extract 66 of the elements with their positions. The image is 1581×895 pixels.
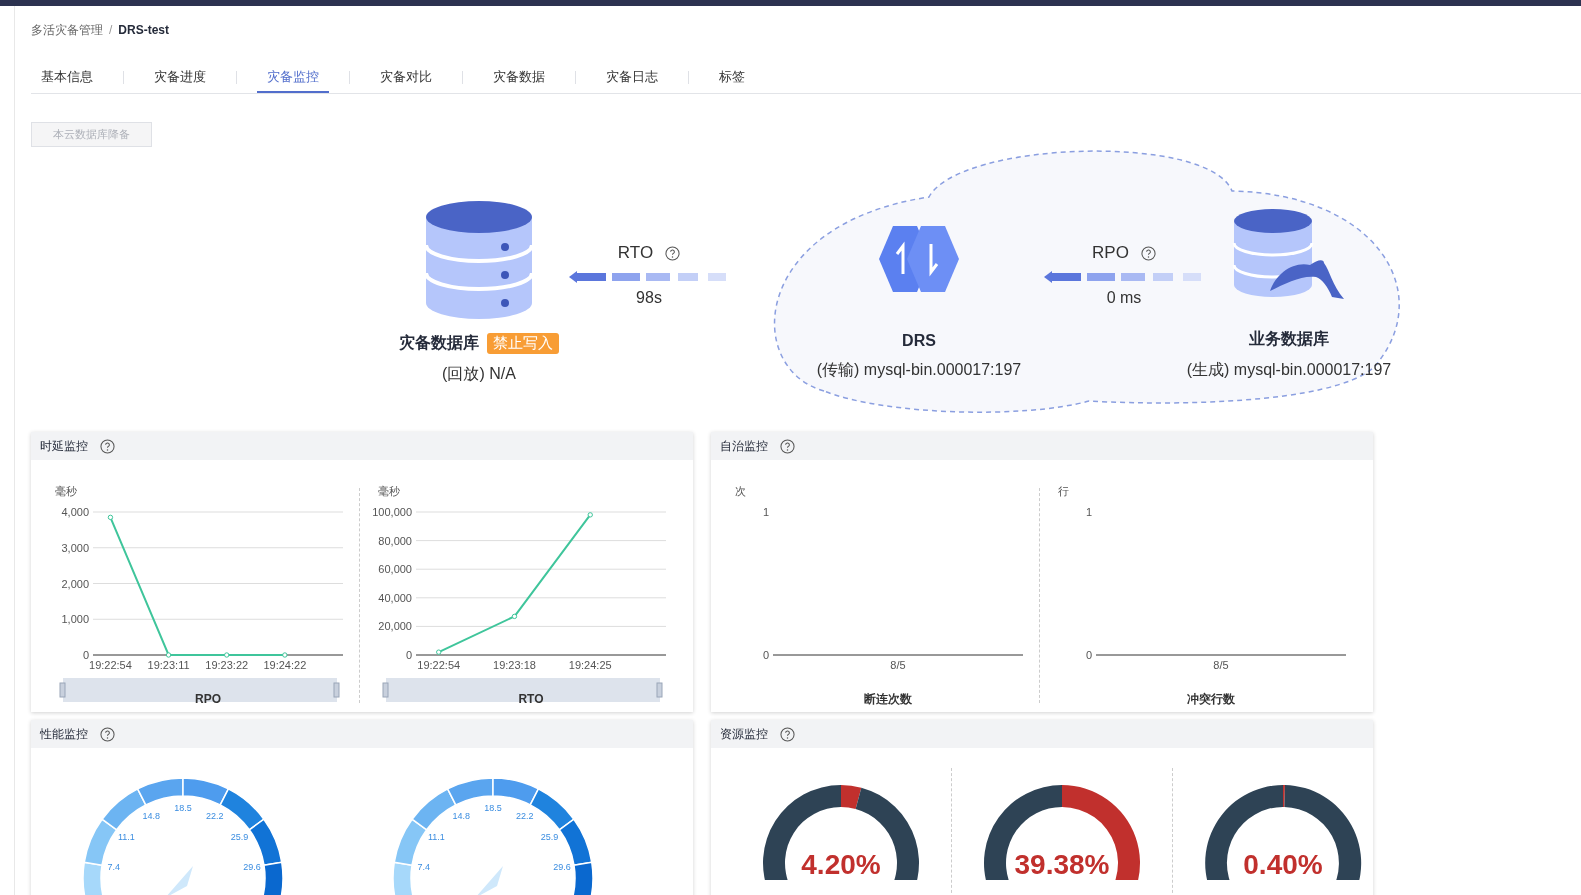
tick-label: 3,000 [61,541,89,554]
gauge-tick-label: 29.6 [243,862,261,873]
axis-label: 次 [735,485,746,497]
node-name: 业务数据库 [1249,329,1329,349]
axis-label: 毫秒 [55,485,77,497]
tick-label: 80,000 [378,534,412,547]
node-name: 灾备数据库 [399,333,479,353]
tick-label: 4,000 [61,506,89,518]
tick-label: 19:23:22 [205,659,249,671]
usage-value: 0.40% [1243,849,1323,880]
panel-title: 自治监控 [720,437,768,455]
axis-label: 行 [1058,485,1069,497]
axis-label: 毫秒 [378,485,400,497]
panel-title: 资源监控 [720,725,768,743]
gauge-tick-label: 29.6 [553,862,571,873]
tick-label: 0 [1085,649,1092,661]
gauge-tick-label: 14.8 [142,810,160,821]
gauge-tick-label: 25.9 [540,831,559,842]
panel-title: 时延监控 [40,437,88,455]
gauge-tick-label: 14.8 [452,810,470,821]
link-value: 0 ms [1106,289,1142,307]
tick-label: 8/5 [1213,659,1229,671]
tick-label: 0 [82,649,89,661]
tick-label: 19:23:18 [493,659,536,671]
tick-label: 0 [405,649,412,661]
tick-label: 100,000 [372,506,412,518]
tick-label: 20,000 [378,620,412,633]
breadcrumb-separator: / [109,23,113,37]
tick-label: 0 [762,649,769,661]
node-name: DRS [902,332,936,350]
panel-title: 性能监控 [40,725,88,743]
usage-value: 4.20% [801,849,881,880]
breadcrumb-item: DRS-test [118,23,169,37]
tick-label: 1 [1085,506,1092,518]
link-value: 98s [636,289,662,307]
tick-label: 1,000 [61,613,89,626]
gauge-tick-label: 25.9 [230,831,249,842]
chart-title: 冲突行数 [1187,692,1235,706]
tick-label: 60,000 [378,563,412,576]
usage-value: 39.38% [1014,849,1110,880]
chart-title: RTO [518,692,544,706]
link-label: RTO [617,243,654,263]
tick-label: 19:24:22 [263,659,307,671]
gauge-tick-label: 7.4 [417,862,431,873]
gauge-tick-label: 7.4 [107,862,121,873]
gauge-tick-label: 11.1 [117,831,135,842]
gauge-tick-label: 22.2 [206,810,224,821]
tick-label: 19:22:54 [417,659,461,671]
tick-label: 19:23:11 [147,659,190,671]
gauge-tick-label: 22.2 [516,810,534,821]
gauge-tick-label: 18.5 [174,803,192,813]
tick-label: 19:22:54 [89,659,132,671]
tick-label: 8/5 [890,659,906,671]
tick-label: 40,000 [378,591,412,604]
gauge-tick-label: 18.5 [484,803,502,813]
node-status: (生成) mysql-bin.000017:197 [1186,360,1392,380]
gauge-tick-label: 11.1 [427,831,445,842]
tick-label: 2,000 [61,577,89,590]
tick-label: 19:24:25 [568,659,612,671]
node-status: (回放) N/A [442,364,516,384]
link-label: RPO [1092,243,1129,263]
tick-label: 1 [762,506,769,518]
chart-title: 断连次数 [864,692,912,706]
status-badge: 禁止写入 [487,333,559,354]
chart-title: RPO [195,692,221,706]
node-status: (传输) mysql-bin.000017:197 [816,360,1022,380]
